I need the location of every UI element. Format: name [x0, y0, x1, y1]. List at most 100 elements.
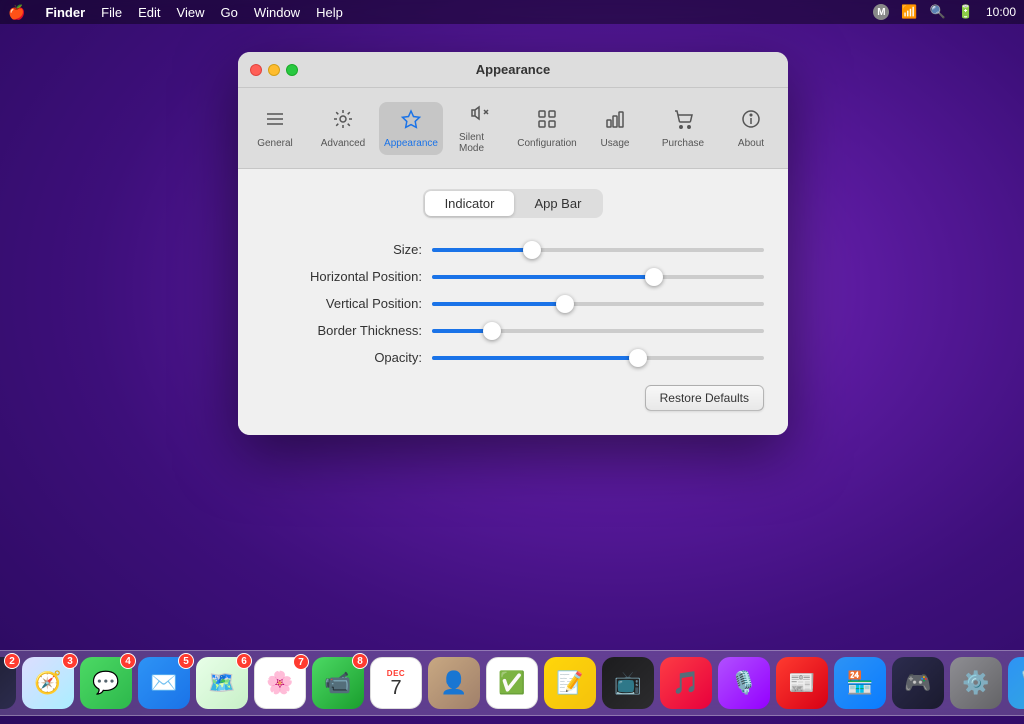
dock-item-syspreferences[interactable]: ⚙️	[950, 657, 1002, 709]
menubar-help[interactable]: Help	[316, 5, 343, 20]
menubar-left: 🍎 Finder File Edit View Go Window Help	[8, 4, 343, 21]
toolbar-item-purchase[interactable]: Purchase	[651, 102, 715, 155]
horizontal-position-slider[interactable]	[432, 275, 764, 279]
segment-indicator[interactable]: Indicator	[425, 191, 515, 216]
toolbar-item-about[interactable]: About	[719, 102, 783, 155]
vertical-position-row: Vertical Position:	[262, 296, 764, 311]
toolbar-general-label: General	[257, 138, 293, 149]
size-row: Size:	[262, 242, 764, 257]
restore-btn-container: Restore Defaults	[262, 385, 764, 415]
safari-icon: 🧭	[34, 670, 61, 696]
border-thickness-label: Border Thickness:	[262, 323, 422, 338]
toolbar-item-configuration[interactable]: Configuration	[515, 102, 579, 155]
apple-logo-icon[interactable]: 🍎	[8, 4, 25, 21]
advanced-icon	[332, 108, 354, 135]
dock-item-music[interactable]: 🎵	[660, 657, 712, 709]
facetime-badge: 8	[352, 653, 368, 669]
window-controls	[250, 64, 298, 76]
segment-control: Indicator App Bar	[423, 189, 604, 218]
dock-item-calendar[interactable]: DEC 7	[370, 657, 422, 709]
menubar-edit[interactable]: Edit	[138, 5, 160, 20]
clock-icon: 10:00	[986, 5, 1016, 19]
dock-item-facetime[interactable]: 📹 8	[312, 657, 364, 709]
segment-appbar[interactable]: App Bar	[514, 191, 601, 216]
restore-defaults-button[interactable]: Restore Defaults	[645, 385, 764, 411]
size-slider[interactable]	[432, 248, 764, 252]
mail-badge: 5	[178, 653, 194, 669]
calendar-date: 7	[390, 678, 401, 698]
photos-icon: 🌸	[266, 670, 293, 696]
wifi-icon[interactable]: 📶	[901, 4, 917, 20]
appstore-icon: 🏪	[846, 670, 873, 696]
vertical-position-slider[interactable]	[432, 302, 764, 306]
toolbar-item-general[interactable]: General	[243, 102, 307, 155]
toolbar-item-appearance[interactable]: Appearance	[379, 102, 443, 155]
menubar-window[interactable]: Window	[254, 5, 300, 20]
dock-item-safari[interactable]: 🧭 3	[22, 657, 74, 709]
search-icon[interactable]: 🔍	[930, 4, 946, 20]
general-icon	[264, 108, 286, 135]
toolbar-about-label: About	[738, 138, 764, 149]
horizontal-position-label: Horizontal Position:	[262, 269, 422, 284]
dock-item-mail[interactable]: ✉️ 5	[138, 657, 190, 709]
sliders-container: Size: Horizontal Position: Ver	[262, 242, 764, 365]
reminders-icon: ✅	[498, 670, 525, 696]
configuration-icon	[536, 108, 558, 135]
tv-icon: 📺	[614, 670, 641, 696]
toolbar-item-silent[interactable]: Silent Mode	[447, 96, 511, 160]
dock-item-maps[interactable]: 🗺️ 6	[196, 657, 248, 709]
opacity-label: Opacity:	[262, 350, 422, 365]
toolbar-appearance-label: Appearance	[384, 138, 438, 149]
silent-icon	[468, 102, 490, 129]
messages-badge: 4	[120, 653, 136, 669]
dock-item-messages[interactable]: 💬 4	[80, 657, 132, 709]
toolbar-item-usage[interactable]: Usage	[583, 102, 647, 155]
dock-item-news[interactable]: 📰	[776, 657, 828, 709]
desktop: Appearance General Advanced	[0, 24, 1024, 724]
dock-item-photos[interactable]: 🌸 7	[254, 657, 306, 709]
notes-icon: 📝	[556, 670, 583, 696]
usage-icon	[604, 108, 626, 135]
dock-item-contacts[interactable]: 👤	[428, 657, 480, 709]
minimize-button[interactable]	[268, 64, 280, 76]
toolbar-item-advanced[interactable]: Advanced	[311, 102, 375, 155]
window-titlebar: Appearance	[238, 52, 788, 88]
toolbar-silent-label: Silent Mode	[459, 132, 499, 154]
menubar-view[interactable]: View	[177, 5, 205, 20]
border-thickness-row: Border Thickness:	[262, 323, 764, 338]
syspreferences-icon: ⚙️	[962, 670, 989, 696]
contacts-icon: 👤	[440, 670, 467, 696]
horizontal-position-row: Horizontal Position:	[262, 269, 764, 284]
toolbar-usage-label: Usage	[601, 138, 630, 149]
menubar-app-name[interactable]: Finder	[45, 5, 85, 20]
menubar-m-icon: M	[873, 4, 889, 20]
maps-icon: 🗺️	[208, 670, 235, 696]
menubar-file[interactable]: File	[101, 5, 122, 20]
appearance-window: Appearance General Advanced	[238, 52, 788, 435]
menubar-go[interactable]: Go	[220, 5, 237, 20]
dock-item-arcade[interactable]: 🎮	[892, 657, 944, 709]
arcade-icon: 🎮	[904, 670, 931, 696]
safari-badge: 3	[62, 653, 78, 669]
opacity-slider[interactable]	[432, 356, 764, 360]
close-button[interactable]	[250, 64, 262, 76]
toolbar: General Advanced Appearance	[238, 88, 788, 169]
menubar: 🍎 Finder File Edit View Go Window Help M…	[0, 0, 1024, 24]
battery-icon[interactable]: 🔋	[958, 4, 974, 20]
dock-item-podcasts[interactable]: 🎙️	[718, 657, 770, 709]
maximize-button[interactable]	[286, 64, 298, 76]
dock-item-launchpad[interactable]: ⊞ 2	[0, 657, 16, 709]
maps-badge: 6	[236, 653, 252, 669]
toolbar-configuration-label: Configuration	[517, 138, 576, 149]
dock-item-notes[interactable]: 📝	[544, 657, 596, 709]
toolbar-advanced-label: Advanced	[321, 138, 365, 149]
dock-item-reminders[interactable]: ✅	[486, 657, 538, 709]
music-icon: 🎵	[672, 670, 699, 696]
dock-item-appstore[interactable]: 🏪	[834, 657, 886, 709]
dock-item-airdrop[interactable]: 📡	[1008, 657, 1024, 709]
dock-item-tv[interactable]: 📺	[602, 657, 654, 709]
size-label: Size:	[262, 242, 422, 257]
facetime-icon: 📹	[324, 670, 351, 696]
window-content: Indicator App Bar Size: Horizontal Posit…	[238, 169, 788, 435]
border-thickness-slider[interactable]	[432, 329, 764, 333]
